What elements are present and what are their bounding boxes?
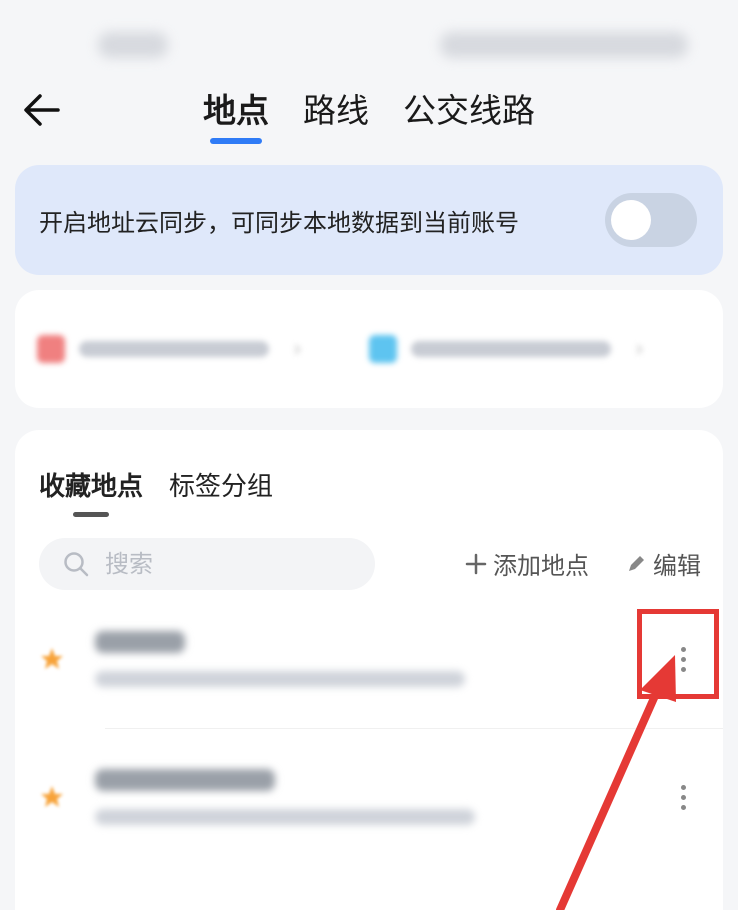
tab-bus-lines[interactable]: 公交线路 — [403, 84, 535, 144]
cloud-sync-banner: 开启地址云同步，可同步本地数据到当前账号 — [15, 165, 723, 275]
search-input[interactable] — [105, 550, 325, 578]
subtab-favorite-places[interactable]: 收藏地点 — [39, 466, 143, 517]
place-name-blur — [95, 631, 185, 653]
row-divider — [105, 728, 723, 729]
work-shortcut[interactable]: › — [369, 335, 701, 363]
chevron-right-icon: › — [635, 336, 644, 362]
status-time-blur — [98, 32, 168, 58]
add-place-button[interactable]: 添加地点 — [465, 546, 589, 581]
cloud-sync-toggle[interactable] — [605, 193, 697, 247]
add-place-label: 添加地点 — [493, 552, 589, 580]
place-address-blur — [95, 809, 475, 825]
pencil-icon — [629, 555, 644, 571]
cloud-sync-text: 开启地址云同步，可同步本地数据到当前账号 — [39, 208, 519, 237]
star-icon — [41, 648, 63, 669]
top-tabs: 地点 路线 公交线路 — [0, 84, 738, 144]
status-icons-blur — [440, 32, 688, 58]
star-icon — [41, 786, 63, 807]
more-dot — [680, 804, 686, 810]
tab-places[interactable]: 地点 — [203, 84, 269, 144]
more-vertical-icon — [680, 784, 686, 790]
work-address-blur — [411, 341, 611, 357]
search-box[interactable] — [39, 538, 375, 590]
toggle-knob — [611, 200, 651, 240]
place-info-blur — [95, 769, 475, 825]
list-item[interactable] — [15, 594, 723, 724]
edit-label: 编辑 — [653, 552, 701, 580]
place-name-blur — [95, 769, 275, 791]
tab-routes[interactable]: 路线 — [303, 84, 369, 144]
place-info-blur — [95, 631, 465, 687]
home-shortcut[interactable]: › — [37, 335, 369, 363]
place-address-blur — [95, 671, 465, 687]
search-icon — [64, 552, 89, 577]
home-address-blur — [79, 341, 269, 357]
status-bar — [0, 0, 738, 80]
work-icon — [369, 335, 397, 363]
chevron-right-icon: › — [293, 336, 302, 362]
header: 地点 路线 公交线路 — [0, 70, 738, 150]
annotation-highlight-box — [637, 609, 719, 699]
more-options-button[interactable] — [671, 777, 695, 817]
edit-button[interactable]: 编辑 — [625, 546, 701, 581]
more-dot — [680, 794, 686, 800]
list-actions: 添加地点 编辑 — [465, 546, 701, 581]
list-item[interactable] — [15, 732, 723, 862]
home-work-card: › › — [15, 290, 723, 408]
favorites-subtabs: 收藏地点 标签分组 — [39, 466, 273, 517]
plus-icon — [465, 553, 487, 574]
home-icon — [37, 335, 65, 363]
subtab-tag-groups[interactable]: 标签分组 — [169, 466, 273, 517]
